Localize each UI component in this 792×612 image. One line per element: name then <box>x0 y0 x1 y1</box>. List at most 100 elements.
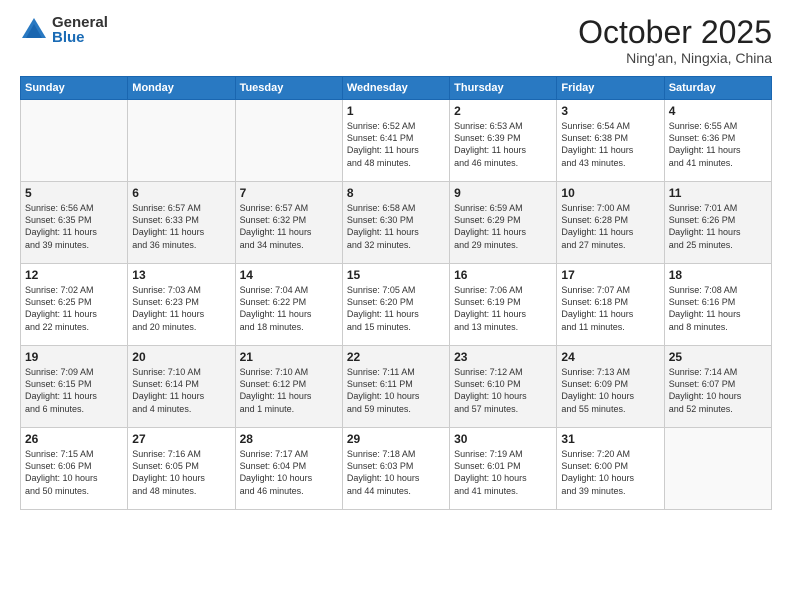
header-day-tuesday: Tuesday <box>235 77 342 100</box>
day-cell: 30Sunrise: 7:19 AM Sunset: 6:01 PM Dayli… <box>450 428 557 510</box>
day-info: Sunrise: 7:07 AM Sunset: 6:18 PM Dayligh… <box>561 284 659 333</box>
day-cell: 6 Sunrise: 6:57 AM Sunset: 6:33 PM Daylig… <box>128 182 235 264</box>
week-row-3: 12 Sunrise: 7:02 AM Sunset: 6:25 PM Dayli… <box>21 264 772 346</box>
logo-blue-label: Blue <box>52 30 108 45</box>
day-number: 24 <box>561 350 659 364</box>
day-number: 26 <box>25 432 123 446</box>
day-number: 21 <box>240 350 338 364</box>
day-number: 22 <box>347 350 445 364</box>
day-cell: 14 Sunrise: 7:04 AM Sunset: 6:22 PM Dayli… <box>235 264 342 346</box>
day-cell: 10 Sunrise: 7:00 AM Sunset: 6:28 PM Dayli… <box>557 182 664 264</box>
day-info: Sunrise: 6:58 AM Sunset: 6:30 PM Dayligh… <box>347 202 445 251</box>
day-info: Sunrise: 7:19 AM Sunset: 6:01 PM Dayligh… <box>454 448 552 497</box>
day-number: 25 <box>669 350 767 364</box>
day-number: 8 <box>347 186 445 200</box>
day-cell: 2 Sunrise: 6:53 AM Sunset: 6:39 PM Daylig… <box>450 100 557 182</box>
day-info: Sunrise: 6:57 AM Sunset: 6:33 PM Dayligh… <box>132 202 230 251</box>
day-number: 15 <box>347 268 445 282</box>
day-number: 9 <box>454 186 552 200</box>
day-number: 5 <box>25 186 123 200</box>
day-info: Sunrise: 7:05 AM Sunset: 6:20 PM Dayligh… <box>347 284 445 333</box>
day-cell <box>664 428 771 510</box>
day-cell: 8 Sunrise: 6:58 AM Sunset: 6:30 PM Daylig… <box>342 182 449 264</box>
day-info: Sunrise: 7:11 AM Sunset: 6:11 PM Dayligh… <box>347 366 445 415</box>
page: General Blue October 2025 Ning'an, Ningx… <box>0 0 792 612</box>
day-info: Sunrise: 7:16 AM Sunset: 6:05 PM Dayligh… <box>132 448 230 497</box>
day-cell: 11Sunrise: 7:01 AM Sunset: 6:26 PM Dayli… <box>664 182 771 264</box>
day-cell: 5 Sunrise: 6:56 AM Sunset: 6:35 PM Daylig… <box>21 182 128 264</box>
day-number: 19 <box>25 350 123 364</box>
header-day-friday: Friday <box>557 77 664 100</box>
day-cell: 15 Sunrise: 7:05 AM Sunset: 6:20 PM Dayli… <box>342 264 449 346</box>
day-info: Sunrise: 7:10 AM Sunset: 6:12 PM Dayligh… <box>240 366 338 415</box>
day-info: Sunrise: 7:20 AM Sunset: 6:00 PM Dayligh… <box>561 448 659 497</box>
day-info: Sunrise: 7:06 AM Sunset: 6:19 PM Dayligh… <box>454 284 552 333</box>
day-number: 6 <box>132 186 230 200</box>
day-info: Sunrise: 6:57 AM Sunset: 6:32 PM Dayligh… <box>240 202 338 251</box>
month-title: October 2025 <box>578 15 772 50</box>
day-number: 27 <box>132 432 230 446</box>
day-number: 1 <box>347 104 445 118</box>
day-info: Sunrise: 7:08 AM Sunset: 6:16 PM Dayligh… <box>669 284 767 333</box>
logo: General Blue <box>20 15 108 45</box>
day-number: 4 <box>669 104 767 118</box>
day-info: Sunrise: 7:03 AM Sunset: 6:23 PM Dayligh… <box>132 284 230 333</box>
day-number: 2 <box>454 104 552 118</box>
day-cell: 21 Sunrise: 7:10 AM Sunset: 6:12 PM Dayli… <box>235 346 342 428</box>
day-number: 10 <box>561 186 659 200</box>
day-info: Sunrise: 7:00 AM Sunset: 6:28 PM Dayligh… <box>561 202 659 251</box>
day-info: Sunrise: 6:52 AM Sunset: 6:41 PM Dayligh… <box>347 120 445 169</box>
day-cell: 12 Sunrise: 7:02 AM Sunset: 6:25 PM Dayli… <box>21 264 128 346</box>
day-info: Sunrise: 6:53 AM Sunset: 6:39 PM Dayligh… <box>454 120 552 169</box>
day-number: 31 <box>561 432 659 446</box>
day-cell: 7Sunrise: 6:57 AM Sunset: 6:32 PM Daylig… <box>235 182 342 264</box>
day-number: 3 <box>561 104 659 118</box>
title-block: October 2025 Ning'an, Ningxia, China <box>578 15 772 66</box>
day-cell: 4Sunrise: 6:55 AM Sunset: 6:36 PM Daylig… <box>664 100 771 182</box>
day-number: 11 <box>669 186 767 200</box>
day-number: 20 <box>132 350 230 364</box>
day-cell: 31 Sunrise: 7:20 AM Sunset: 6:00 PM Dayli… <box>557 428 664 510</box>
day-cell: 22 Sunrise: 7:11 AM Sunset: 6:11 PM Dayli… <box>342 346 449 428</box>
day-cell: 23 Sunrise: 7:12 AM Sunset: 6:10 PM Dayli… <box>450 346 557 428</box>
day-number: 23 <box>454 350 552 364</box>
day-number: 18 <box>669 268 767 282</box>
day-cell: 25 Sunrise: 7:14 AM Sunset: 6:07 PM Dayli… <box>664 346 771 428</box>
day-info: Sunrise: 7:02 AM Sunset: 6:25 PM Dayligh… <box>25 284 123 333</box>
location: Ning'an, Ningxia, China <box>578 50 772 66</box>
day-number: 16 <box>454 268 552 282</box>
week-row-2: 5 Sunrise: 6:56 AM Sunset: 6:35 PM Daylig… <box>21 182 772 264</box>
day-info: Sunrise: 7:09 AM Sunset: 6:15 PM Dayligh… <box>25 366 123 415</box>
day-number: 29 <box>347 432 445 446</box>
day-cell: 18 Sunrise: 7:08 AM Sunset: 6:16 PM Dayli… <box>664 264 771 346</box>
day-info: Sunrise: 7:18 AM Sunset: 6:03 PM Dayligh… <box>347 448 445 497</box>
day-cell: 20Sunrise: 7:10 AM Sunset: 6:14 PM Dayli… <box>128 346 235 428</box>
day-number: 28 <box>240 432 338 446</box>
header: General Blue October 2025 Ning'an, Ningx… <box>20 15 772 66</box>
header-day-monday: Monday <box>128 77 235 100</box>
day-info: Sunrise: 7:04 AM Sunset: 6:22 PM Dayligh… <box>240 284 338 333</box>
header-day-saturday: Saturday <box>664 77 771 100</box>
day-number: 13 <box>132 268 230 282</box>
day-info: Sunrise: 6:56 AM Sunset: 6:35 PM Dayligh… <box>25 202 123 251</box>
day-cell: 24Sunrise: 7:13 AM Sunset: 6:09 PM Dayli… <box>557 346 664 428</box>
day-cell <box>235 100 342 182</box>
day-cell: 29 Sunrise: 7:18 AM Sunset: 6:03 PM Dayli… <box>342 428 449 510</box>
day-cell: 17 Sunrise: 7:07 AM Sunset: 6:18 PM Dayli… <box>557 264 664 346</box>
header-day-sunday: Sunday <box>21 77 128 100</box>
logo-general-label: General <box>52 15 108 30</box>
day-info: Sunrise: 7:12 AM Sunset: 6:10 PM Dayligh… <box>454 366 552 415</box>
day-cell: 16 Sunrise: 7:06 AM Sunset: 6:19 PM Dayli… <box>450 264 557 346</box>
logo-icon <box>20 16 48 44</box>
day-cell: 9Sunrise: 6:59 AM Sunset: 6:29 PM Daylig… <box>450 182 557 264</box>
day-number: 14 <box>240 268 338 282</box>
day-info: Sunrise: 7:14 AM Sunset: 6:07 PM Dayligh… <box>669 366 767 415</box>
week-row-1: 1 Sunrise: 6:52 AM Sunset: 6:41 PM Daylig… <box>21 100 772 182</box>
day-number: 12 <box>25 268 123 282</box>
day-cell: 1 Sunrise: 6:52 AM Sunset: 6:41 PM Daylig… <box>342 100 449 182</box>
day-cell: 27 Sunrise: 7:16 AM Sunset: 6:05 PM Dayli… <box>128 428 235 510</box>
day-info: Sunrise: 7:15 AM Sunset: 6:06 PM Dayligh… <box>25 448 123 497</box>
day-cell: 28Sunrise: 7:17 AM Sunset: 6:04 PM Dayli… <box>235 428 342 510</box>
week-row-4: 19 Sunrise: 7:09 AM Sunset: 6:15 PM Dayli… <box>21 346 772 428</box>
day-number: 17 <box>561 268 659 282</box>
